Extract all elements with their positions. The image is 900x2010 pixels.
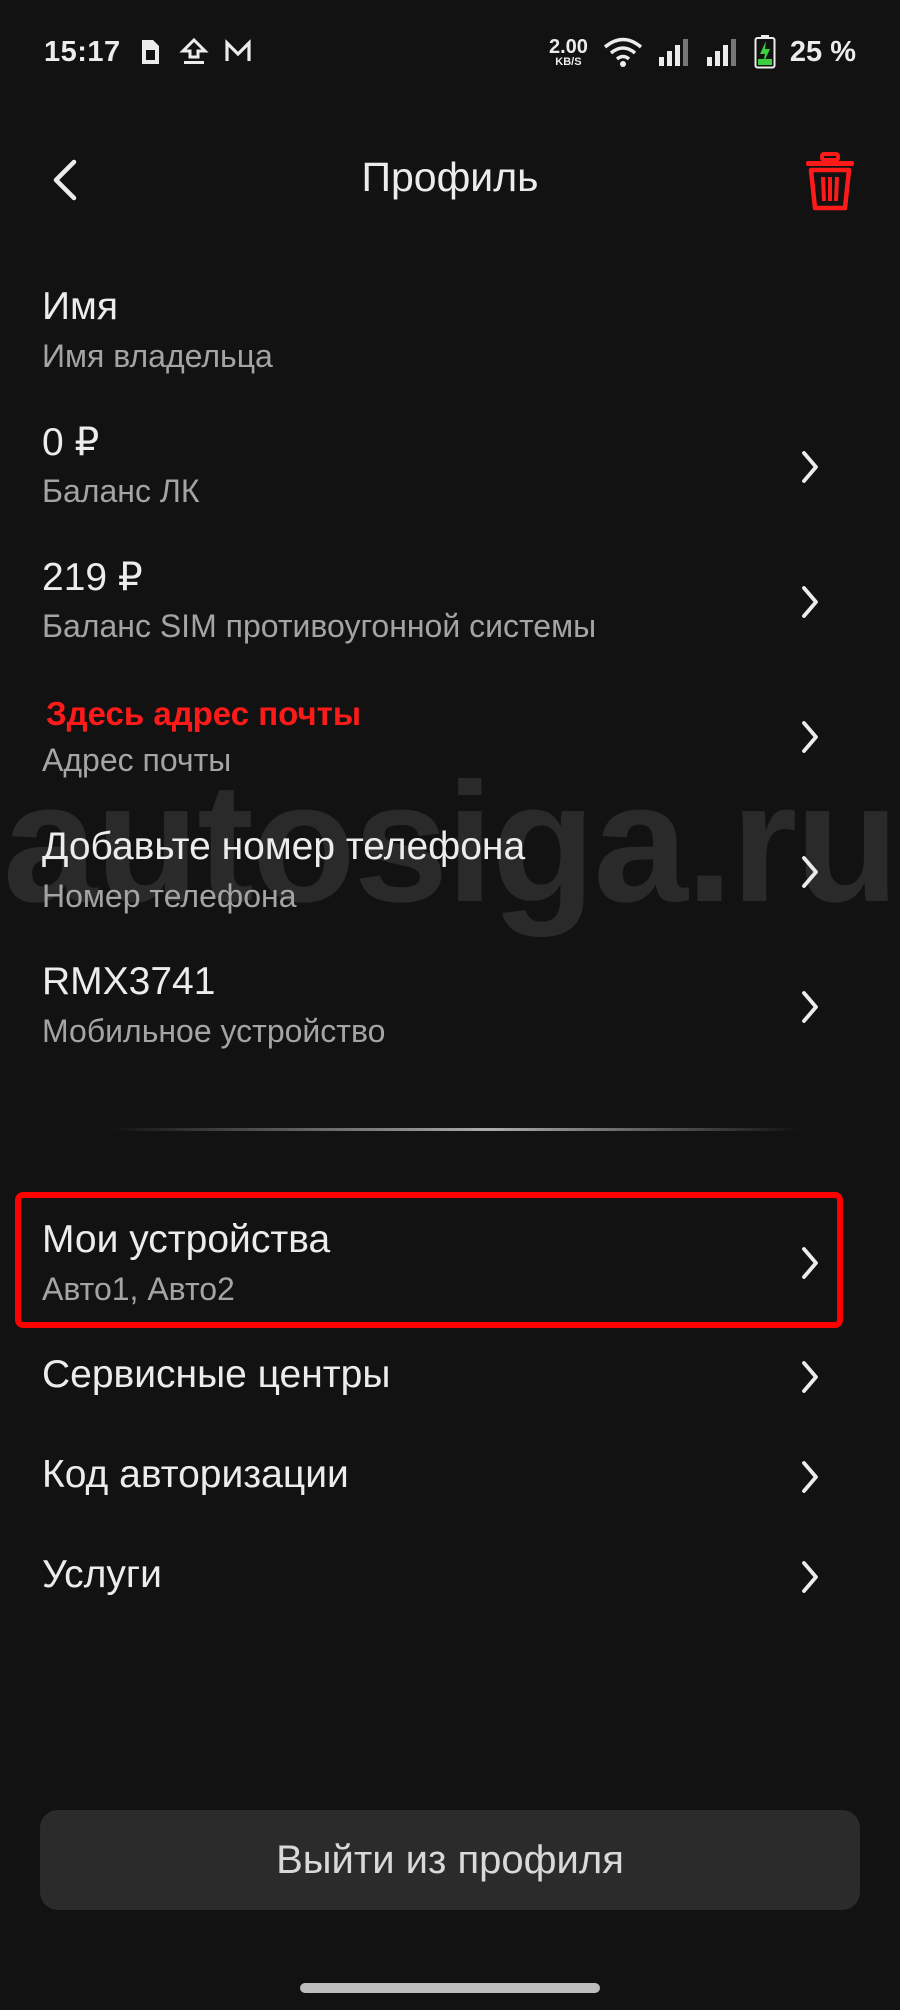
mail-icon [223,37,253,67]
my-devices-label: Мои устройства [42,1218,331,1261]
app-header: Профиль [0,130,900,230]
email-value: Здесь адрес почты [46,695,362,732]
home-indicator[interactable] [300,1983,600,1993]
owner-name: Имя [42,285,118,328]
balance-lk-item[interactable]: 0 ₽ Баланс ЛК [0,420,900,520]
owner-name-label: Имя владельца [42,338,273,374]
signal-icon [706,37,740,67]
status-time: 15:17 [44,35,121,68]
wifi-icon [602,36,644,68]
chevron-right-icon [802,856,818,888]
page-title: Профиль [361,154,539,200]
balance-lk-label: Баланс ЛК [42,473,200,509]
signal-icon [658,37,692,67]
email-label: Адрес почты [42,742,232,778]
upload-icon [179,37,209,67]
mobile-device-value: RMX3741 [42,960,216,1003]
delete-button[interactable] [800,150,860,214]
email-item[interactable]: Здесь адрес почты Адрес почты [0,695,900,795]
profile-name-item[interactable]: Имя Имя владельца [0,285,900,385]
service-centers-item[interactable]: Сервисные центры [0,1353,900,1413]
status-bar: 15:17 2.00 KB/S 25 % [0,0,900,104]
chevron-right-icon [802,451,818,483]
mobile-device-item[interactable]: RMX3741 Мобильное устройство [0,960,900,1060]
phone-value: Добавьте номер телефона [42,825,526,868]
balance-sim-value: 219 ₽ [42,556,143,599]
logout-button[interactable]: Выйти из профиля [40,1810,860,1910]
phone-label: Номер телефона [42,878,297,914]
battery-level: 25 % [789,35,856,68]
balance-sim-label: Баланс SIM противоугонной системы [42,608,597,644]
my-devices-item[interactable]: Мои устройства Авто1, Авто2 [0,1218,900,1318]
chevron-right-icon [802,721,818,753]
chevron-right-icon [802,991,818,1023]
chevron-right-icon [802,1361,818,1393]
services-item[interactable]: Услуги [0,1553,900,1613]
mobile-device-label: Мобильное устройство [42,1013,386,1049]
phone-item[interactable]: Добавьте номер телефона Номер телефона [0,825,900,925]
network-speed: 2.00 KB/S [548,35,588,68]
sim-icon [135,37,165,67]
my-devices-sub: Авто1, Авто2 [42,1271,235,1307]
balance-lk-value: 0 ₽ [42,421,100,464]
section-divider [110,1128,800,1131]
service-centers-label: Сервисные центры [42,1353,391,1396]
battery-charging-icon [754,35,776,69]
trash-icon [806,152,854,211]
chevron-right-icon [802,1247,818,1279]
services-label: Услуги [42,1553,162,1596]
balance-sim-item[interactable]: 219 ₽ Баланс SIM противоугонной системы [0,555,900,655]
chevron-right-icon [802,1561,818,1593]
chevron-right-icon [802,586,818,618]
chevron-right-icon [802,1461,818,1493]
auth-code-item[interactable]: Код авторизации [0,1453,900,1513]
auth-code-label: Код авторизации [42,1453,349,1496]
